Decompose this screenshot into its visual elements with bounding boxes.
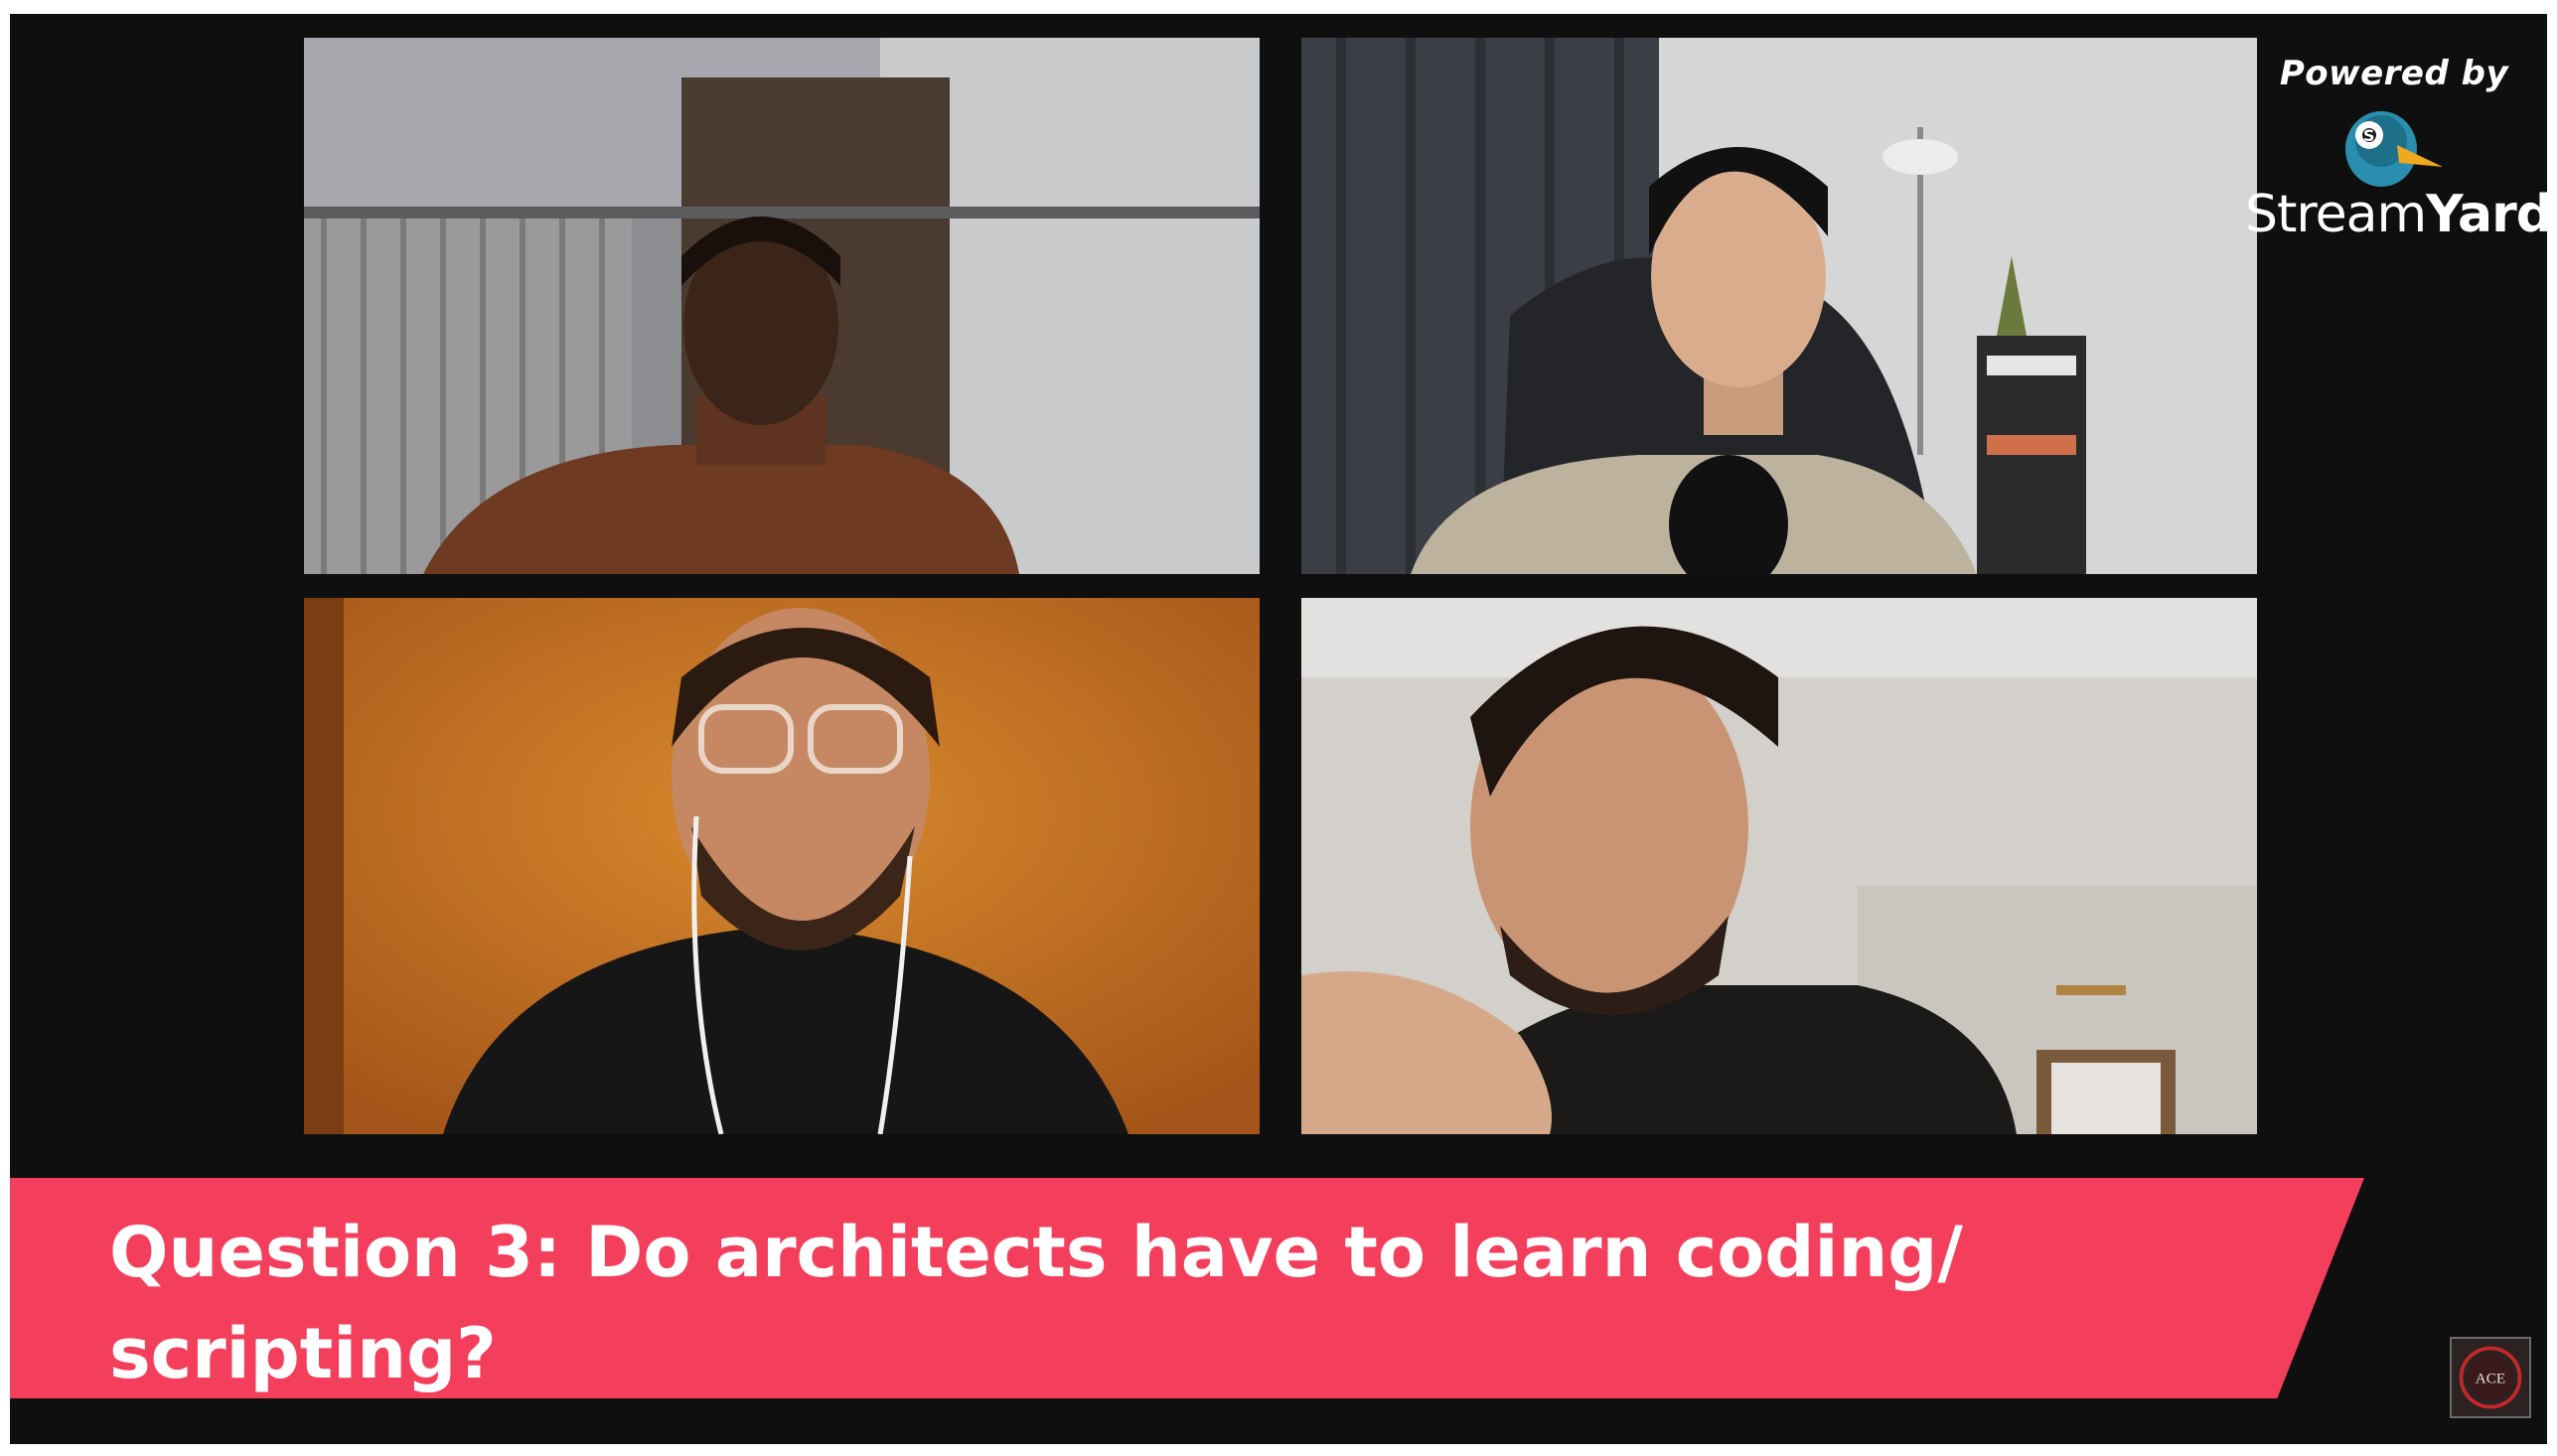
video-frame-3 [304,598,1260,1134]
powered-by-label: Powered by [2279,54,2509,93]
ace-logo-text: ACE [2476,1371,2505,1387]
streamyard-branding: Powered by S StreamYard [2245,54,2547,244]
question-text: Question 3: Do architects have to learn … [109,1212,1963,1394]
question-banner: Question 3: Do architects have to learn … [10,1178,2364,1398]
streamyard-s-glyph: S [2363,126,2375,145]
participant-video-1 [304,38,1260,574]
participant-video-4 [1301,598,2257,1134]
video-frame-4 [1301,598,2257,1134]
ace-logo-graphic: ACE [2459,1346,2522,1409]
video-frame-2 [1301,38,2257,574]
participant-video-2 [1301,38,2257,574]
streamyard-wordmark: StreamYard [2245,185,2547,244]
stream-canvas: Powered by S StreamYard Question 3: Do a… [10,14,2547,1444]
ace-channel-logo-icon: ACE [2450,1337,2531,1418]
participant-video-3 [304,598,1260,1134]
streamyard-duck-icon: S [2345,111,2443,187]
video-frame-1 [304,38,1260,574]
